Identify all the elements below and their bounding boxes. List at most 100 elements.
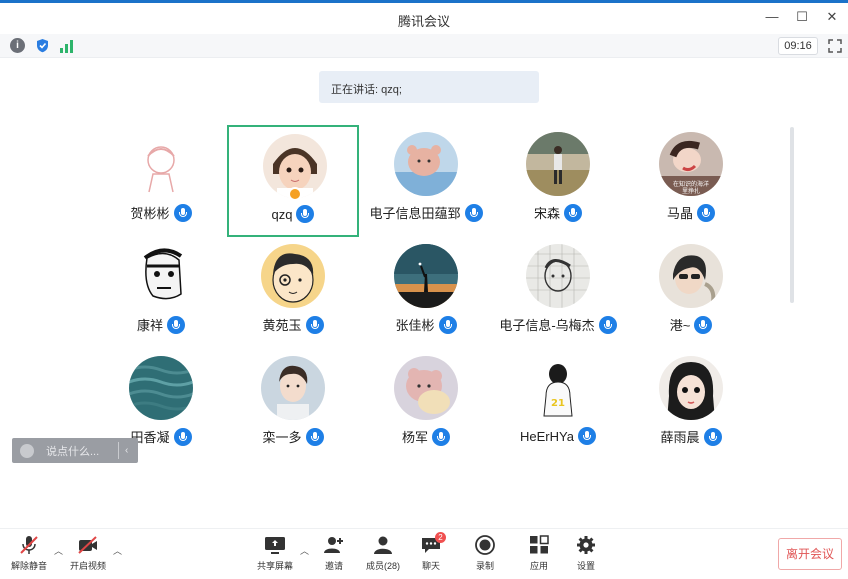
participant-name: 马晶 bbox=[666, 206, 693, 221]
participant-tile[interactable]: qzq bbox=[227, 125, 359, 237]
members-label: 成员(28) bbox=[365, 561, 400, 571]
speaking-indicator: 正在讲话: qzq; bbox=[319, 71, 539, 103]
start-video-label: 开启视频 bbox=[69, 561, 106, 571]
participant-name: 黄苑玉 bbox=[262, 318, 302, 333]
participant-tile[interactable]: 薛雨晨 bbox=[625, 349, 757, 461]
chat-label: 聊天 bbox=[421, 561, 440, 571]
host-badge-icon bbox=[288, 187, 302, 201]
participant-name: 贺彬彬 bbox=[130, 206, 170, 221]
participant-name: qzq bbox=[271, 206, 293, 222]
participant-name: 张佳彬 bbox=[395, 318, 435, 333]
participant-tile[interactable]: 宋森 bbox=[492, 125, 624, 237]
title-bar: 腾讯会议 — ☐ ✕ bbox=[0, 0, 848, 34]
participant-name-row: 栾一多 bbox=[227, 427, 359, 446]
info-icons: i bbox=[10, 38, 75, 53]
record-button[interactable]: 录制 bbox=[459, 535, 511, 572]
close-icon[interactable]: ✕ bbox=[824, 9, 840, 25]
participant-tile[interactable]: 张佳彬 bbox=[360, 237, 492, 349]
members-icon bbox=[374, 536, 392, 554]
maximize-icon[interactable]: ☐ bbox=[794, 9, 810, 25]
unmute-button[interactable]: 解除静音 bbox=[3, 535, 55, 572]
apps-icon bbox=[530, 535, 549, 554]
participant-tile[interactable]: 电子信息-乌梅杰 bbox=[492, 237, 624, 349]
apps-label: 应用 bbox=[529, 561, 548, 571]
microphone-icon bbox=[694, 315, 713, 334]
chat-input[interactable]: 说点什么... bbox=[46, 443, 110, 459]
participant-tile[interactable]: 康祥 bbox=[95, 237, 227, 349]
avatar: 21 bbox=[526, 356, 590, 420]
microphone-icon bbox=[173, 203, 192, 222]
microphone-icon bbox=[296, 205, 315, 223]
collapse-arrow-icon[interactable]: ‹ bbox=[125, 445, 128, 456]
invite-label: 邀请 bbox=[324, 561, 343, 571]
divider bbox=[118, 442, 119, 459]
chat-bubble-input[interactable]: 说点什么... ‹ bbox=[12, 438, 138, 463]
participant-name: 杨军 bbox=[401, 430, 428, 445]
video-options-chevron-icon[interactable]: ︿ bbox=[113, 544, 122, 557]
participant-name-row: 电子信息-乌梅杰 bbox=[492, 315, 624, 334]
invite-user-icon bbox=[324, 537, 343, 553]
participant-name-row: 康祥 bbox=[95, 315, 227, 334]
share-screen-button[interactable]: 共享屏幕 bbox=[249, 535, 301, 572]
avatar bbox=[129, 132, 193, 196]
avatar bbox=[394, 132, 458, 196]
microphone-icon bbox=[703, 427, 722, 446]
settings-label: 设置 bbox=[576, 561, 595, 571]
svg-text:21: 21 bbox=[551, 398, 565, 409]
participant-name: 薛雨晨 bbox=[660, 430, 700, 445]
participant-tile[interactable]: 港~ bbox=[625, 237, 757, 349]
participant-name-row: 贺彬彬 bbox=[95, 203, 227, 222]
participant-tile[interactable]: 栾一多 bbox=[227, 349, 359, 461]
avatar bbox=[659, 244, 723, 308]
microphone-icon bbox=[173, 427, 192, 446]
microphone-icon bbox=[438, 315, 457, 334]
participant-name: 港~ bbox=[669, 318, 691, 333]
window-title: 腾讯会议 bbox=[397, 14, 450, 29]
microphone-icon bbox=[167, 315, 185, 334]
scrollbar[interactable] bbox=[790, 127, 794, 303]
bottom-toolbar: 解除静音 ︿ 开启视频 ︿ 共享屏幕 ︿ 邀请 成员(28) 2 聊天 录制 应… bbox=[0, 528, 848, 579]
avatar bbox=[526, 132, 590, 196]
emoji-icon[interactable] bbox=[20, 443, 34, 458]
participant-name-row: 薛雨晨 bbox=[625, 427, 757, 446]
shield-icon[interactable] bbox=[35, 38, 50, 53]
leave-meeting-button[interactable]: 离开会议 bbox=[778, 538, 842, 570]
participant-name-row: HeErHYa bbox=[492, 427, 624, 445]
participant-name: 康祥 bbox=[136, 318, 163, 333]
avatar bbox=[394, 356, 458, 420]
settings-button[interactable]: 设置 bbox=[560, 535, 612, 572]
invite-button[interactable]: 邀请 bbox=[308, 535, 360, 572]
participant-name: 宋森 bbox=[533, 206, 560, 221]
info-bar: i 09:16 bbox=[0, 34, 848, 58]
participant-name-row: 张佳彬 bbox=[360, 315, 492, 334]
signal-icon[interactable] bbox=[60, 38, 75, 53]
fullscreen-icon[interactable] bbox=[828, 39, 842, 53]
participant-tile[interactable]: 贺彬彬 bbox=[95, 125, 227, 237]
start-video-button[interactable]: 开启视频 bbox=[62, 535, 114, 572]
microphone-icon bbox=[305, 427, 324, 446]
participant-tile[interactable]: 电子信息田蕴郅 bbox=[360, 125, 492, 237]
svg-text:在知识的海洋: 在知识的海洋 bbox=[673, 180, 709, 188]
window-controls: — ☐ ✕ bbox=[764, 9, 840, 25]
participant-tile[interactable]: 杨军 bbox=[360, 349, 492, 461]
record-label: 录制 bbox=[475, 561, 494, 571]
microphone-icon bbox=[598, 315, 617, 334]
gear-icon bbox=[577, 536, 595, 554]
participant-name-row: 宋森 bbox=[492, 203, 624, 222]
avatar: 在知识的海洋 里挣扎 bbox=[659, 132, 723, 196]
chat-button[interactable]: 2 聊天 bbox=[405, 532, 457, 572]
minimize-icon[interactable]: — bbox=[764, 9, 780, 25]
microphone-icon bbox=[697, 203, 715, 222]
meeting-timer: 09:16 bbox=[778, 37, 818, 55]
avatar bbox=[129, 356, 193, 420]
participant-tile[interactable]: 21 HeErHYa bbox=[492, 349, 624, 461]
participant-tile[interactable]: 黄苑玉 bbox=[227, 237, 359, 349]
chat-badge: 2 bbox=[435, 532, 446, 543]
info-icon[interactable]: i bbox=[10, 38, 25, 53]
apps-button[interactable]: 应用 bbox=[513, 535, 565, 572]
participant-tile[interactable]: 在知识的海洋 里挣扎马晶 bbox=[625, 125, 757, 237]
avatar bbox=[394, 244, 458, 308]
participant-name-row: 电子信息田蕴郅 bbox=[360, 203, 492, 222]
share-screen-label: 共享屏幕 bbox=[256, 561, 293, 571]
members-button[interactable]: 成员(28) bbox=[357, 535, 409, 572]
